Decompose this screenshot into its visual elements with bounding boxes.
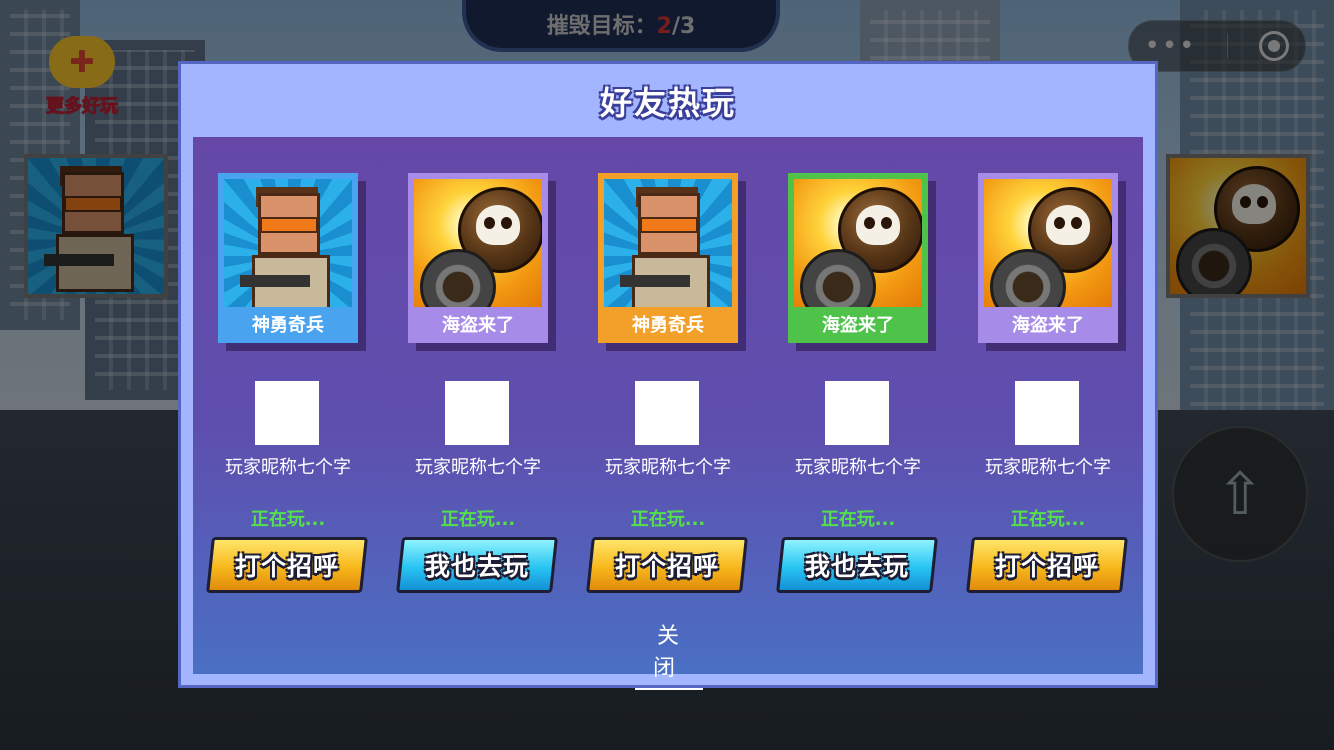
avatar: [255, 381, 319, 445]
player-nickname: 玩家昵称七个字: [605, 457, 731, 478]
say-hello-button[interactable]: 打个招呼: [966, 537, 1128, 593]
player-nickname: 玩家昵称七个字: [415, 457, 541, 478]
playing-status: 正在玩...: [250, 509, 326, 530]
action-label: 打个招呼: [614, 552, 719, 581]
game-card[interactable]: 海盗来了: [408, 173, 548, 343]
game-thumbnail: [224, 179, 352, 307]
playing-status: 正在玩...: [820, 509, 896, 530]
player-nickname: 玩家昵称七个字: [985, 457, 1111, 478]
play-too-button[interactable]: 我也去玩: [396, 537, 558, 593]
friend-column: 海盗来了玩家昵称七个字 正在玩... 我也去玩: [383, 137, 558, 674]
action-label: 打个招呼: [994, 552, 1099, 581]
friend-column: 海盗来了玩家昵称七个字 正在玩... 我也去玩: [763, 137, 938, 674]
game-name: 海盗来了: [822, 315, 894, 336]
dialog-body: 神勇奇兵 玩家昵称七个字 正在玩... 打个招呼 海盗来了 玩家昵称七个字 正在玩... 我也…: [193, 137, 1143, 690]
game-name: 海盗来了: [1012, 315, 1084, 336]
action-label: 打个招呼: [234, 552, 339, 581]
playing-status: 正在玩...: [1010, 509, 1086, 530]
play-too-button[interactable]: 我也去玩: [776, 537, 938, 593]
friend-column: 神勇奇兵玩家昵称七个字 正在玩... 打个招呼: [193, 137, 368, 674]
game-card[interactable]: 神勇奇兵: [598, 173, 738, 343]
game-card[interactable]: 海盗来了: [978, 173, 1118, 343]
say-hello-button[interactable]: 打个招呼: [206, 537, 368, 593]
player-nickname: 玩家昵称七个字: [225, 457, 351, 478]
avatar: [825, 381, 889, 445]
player-nickname: 玩家昵称七个字: [795, 457, 921, 478]
friend-column: 海盗来了玩家昵称七个字 正在玩... 打个招呼: [953, 137, 1128, 674]
action-label: 我也去玩: [804, 552, 909, 581]
game-thumbnail: [794, 179, 922, 307]
game-thumbnail: [604, 179, 732, 307]
game-card[interactable]: 海盗来了: [788, 173, 928, 343]
close-button[interactable]: 关闭: [635, 618, 703, 690]
playing-status: 正在玩...: [440, 509, 516, 530]
say-hello-button[interactable]: 打个招呼: [586, 537, 748, 593]
friends-playing-dialog: 好友热玩 神勇奇兵 玩家昵称七个字 正在玩... 打个招呼 海盗来了 玩家昵称七个字 正在玩…: [178, 61, 1158, 690]
game-card[interactable]: 神勇奇兵: [218, 173, 358, 343]
avatar: [445, 381, 509, 445]
game-name: 海盗来了: [442, 315, 514, 336]
game-thumbnail: [414, 179, 542, 307]
avatar: [1015, 381, 1079, 445]
dialog-title: 好友热玩: [599, 84, 736, 122]
friend-column: 神勇奇兵玩家昵称七个字 正在玩... 打个招呼: [573, 137, 748, 674]
playing-status: 正在玩...: [630, 509, 706, 530]
game-thumbnail: [984, 179, 1112, 307]
action-label: 我也去玩: [424, 552, 529, 581]
avatar: [635, 381, 699, 445]
game-name: 神勇奇兵: [252, 315, 324, 336]
game-name: 神勇奇兵: [632, 315, 704, 336]
